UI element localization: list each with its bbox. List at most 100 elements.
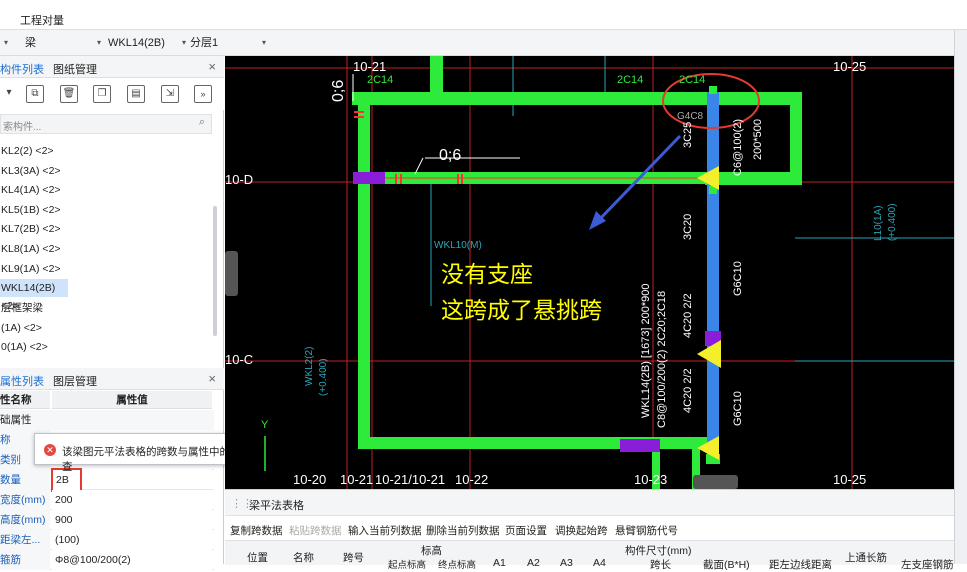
column [353,172,385,184]
search-icon: ⌕ [198,116,205,128]
rebar-marker [400,174,402,184]
category-dropdown[interactable]: 梁 ▾ [25,34,101,52]
axis-label: 10-22 [455,472,488,487]
table-header: 上通长筋 [845,552,887,564]
beam-label: 2C14 [679,74,705,86]
list-item[interactable]: (1A) <2> [0,319,42,337]
table-header: A2 [527,557,540,569]
list-item[interactable]: KL7(2B) <2> [0,220,61,238]
component-panel-tabs: 构件列表 图纸管理 × [0,56,224,78]
drawing-canvas[interactable]: 10-D 10-C 10-20 10-21 10-21/10-21 10-22 … [225,56,954,489]
component-search-input[interactable]: 索构件... ⌕ [0,114,212,134]
delete-column-button[interactable]: 删除当前列数据 [426,523,500,538]
selector-bar: ▾ 梁 ▾ WKL14(2B) ▾ 分层1 ▾ [0,30,967,56]
axis-label: 10-21/10-21 [375,472,445,487]
list-item[interactable]: 0(1A) <2> [0,338,48,356]
list-group[interactable]: 层框架梁 [0,299,43,317]
axis-label: 10-21 [353,59,386,74]
delete-icon[interactable]: 🗑 [60,85,78,103]
axis-label: 10-21 [340,472,373,487]
panel-collapse-handle [225,251,238,296]
rebar-marker [457,174,459,184]
layer-dropdown[interactable]: 分层1 ▾ [190,34,266,52]
copy-span-button[interactable]: 复制跨数据 [230,523,283,538]
close-icon[interactable]: × [208,59,216,74]
rebar-marker [354,116,364,118]
list-item[interactable]: KL4(1A) <2> [0,181,61,199]
list-item-selected[interactable]: WKL14(2B) <2> [0,279,68,312]
property-row[interactable]: 距梁左... (100) [0,530,214,550]
property-value[interactable]: 200 [52,490,212,510]
beam-label: G4C8 [677,111,704,122]
tab-component-list[interactable]: 构件列表 [0,61,44,77]
page-setup-button[interactable]: 页面设置 [505,523,547,538]
annotation-text: 没有支座 [441,262,533,288]
table-header: 终点标高 [438,560,477,571]
property-group-label: 础属性 [0,410,214,430]
list-item[interactable]: KL2(2) <2> [0,142,54,160]
table-header: 标高 [421,545,442,557]
property-value-header: 属性值 [52,391,212,409]
property-row[interactable]: 宽度(mm) 200 [0,490,214,510]
list-item[interactable]: KL3(3A) <2> [0,162,61,180]
panel-collapse-handle [693,475,738,489]
beam-label: L10(1A) [873,205,884,241]
copy-icon[interactable]: ⧉ [26,85,44,103]
property-value[interactable]: (100) [52,530,212,550]
close-icon[interactable]: × [208,371,216,386]
paste-span-button[interactable]: 粘贴跨数据 [289,523,342,538]
tab-drawing-manager[interactable]: 图纸管理 [53,61,97,77]
expand-icon[interactable]: » [194,85,212,103]
property-name: 高度(mm) [0,510,50,530]
export-icon[interactable]: ⇲ [161,85,179,103]
axis-label: 10-20 [293,472,326,487]
rebar-marker [461,174,463,184]
beam-bottom [358,437,718,449]
axis-label: 10-23 [634,472,667,487]
beam-table-panel: ⋮⋮ 梁平法表格 复制跨数据 粘贴跨数据 输入当前列数据 删除当前列数据 页面设… [225,489,954,571]
ribbon-tab-quantity[interactable]: 工程对量 [20,12,64,28]
dimension-line [414,157,424,175]
component-dropdown[interactable]: WKL14(2B) ▾ [108,34,186,52]
selector-left-dropdown[interactable]: ▾ [0,34,8,52]
list-item[interactable]: KL5(1B) <2> [0,201,61,219]
tab-layer-manager[interactable]: 图层管理 [53,373,97,389]
cantilever-code-button[interactable]: 悬臂钢筋代号 [615,523,678,538]
property-name-header: 性名称 [0,391,50,409]
component-value: WKL14(2B) [108,37,165,49]
beam-label: 0;6 [439,147,461,164]
chevron-down-icon: ▾ [96,38,101,47]
beam-label: 2C14 [617,74,643,86]
list-item[interactable]: KL8(1A) <2> [0,240,61,258]
beam-label: 4C20 2/2 [682,293,694,338]
input-column-button[interactable]: 输入当前列数据 [348,523,422,538]
property-name: 箍筋 [0,550,50,570]
chevron-down-icon: ▾ [181,38,186,47]
layers-icon[interactable]: ▤ [127,85,145,103]
axis-label: 10-D [225,172,253,187]
list-item[interactable]: KL9(1A) <2> [0,260,61,278]
axis-label: 10-25 [833,59,866,74]
beam-left [358,92,370,442]
property-row[interactable]: 箍筋 Φ8@100/200(2) [0,550,214,570]
table-header: 跨号 [343,552,364,564]
table-header: 截面(B*H) [703,559,750,571]
beam-label: G6C10 [732,391,744,426]
property-value[interactable]: Φ8@100/200(2) [52,550,212,570]
table-header-row: 位置 名称 跨号 标高 起点标高 终点标高 A1 A2 A3 A4 构件尺寸(m… [225,540,954,571]
swap-start-span-button[interactable]: 调换起始跨 [555,523,608,538]
ucs-y-label: Y [261,419,269,431]
beam-top-stub [430,56,443,105]
beam-label: 4C20 2/2 [682,368,694,413]
duplicate-icon[interactable]: ❐ [93,85,111,103]
list-scrollbar[interactable] [213,206,217,336]
property-value[interactable]: 900 [52,510,212,530]
property-row[interactable]: 高度(mm) 900 [0,510,214,530]
beam-label: 3C25 [682,122,694,148]
right-panel-collapsed[interactable] [954,30,967,564]
component-toolbar: ▾ ⧉ 🗑 ❐ ▤ ⇲ » [0,78,224,110]
beam-label: G6C10 [732,261,744,296]
beam-label: WKL2(2) [304,347,315,386]
tab-property-list[interactable]: 属性列表 [0,373,44,389]
chevron-down-icon[interactable]: ▾ [0,85,18,103]
